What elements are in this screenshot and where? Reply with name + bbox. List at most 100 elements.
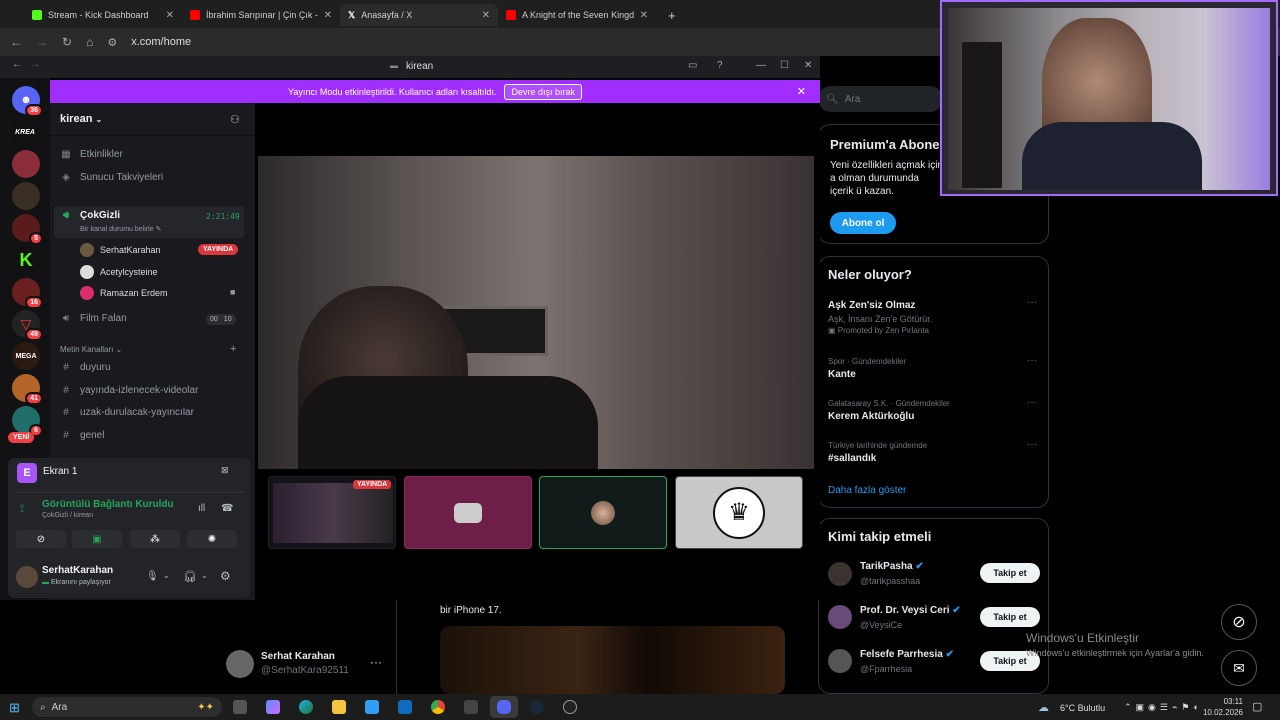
taskbar-search[interactable]: ⌕ Ara ✦✦ — [32, 697, 222, 717]
more-icon[interactable]: ··· — [1027, 297, 1037, 308]
edge-icon[interactable] — [299, 700, 313, 714]
tab-kick[interactable]: Stream - Kick Dashboard ✕ — [24, 4, 182, 26]
server-icon[interactable]: ▽ 49 — [12, 310, 43, 341]
trend-item[interactable]: Spor · Gündemdekiler Kante — [828, 357, 906, 380]
server-icon[interactable] — [12, 182, 40, 210]
forward-icon[interactable]: → — [30, 59, 40, 70]
trend-item[interactable]: Türkiye tarihinde gündemde #sallandık — [828, 441, 927, 464]
avatar[interactable] — [828, 605, 852, 629]
discord-icon[interactable] — [497, 700, 511, 714]
camera-off-button[interactable]: ⊘ — [16, 530, 66, 548]
back-icon[interactable]: ← — [12, 59, 22, 70]
windows-start-icon[interactable]: ⊞ — [9, 700, 20, 716]
account-avatar[interactable] — [226, 650, 254, 678]
connection-sub[interactable]: ÇokGizli / kirean — [42, 512, 93, 519]
server-icon[interactable]: 5 — [12, 214, 43, 245]
grok-icon[interactable]: ⊘ — [1221, 604, 1257, 640]
voice-channel-cokgizli[interactable]: 🔊︎ ÇokGizli — [60, 210, 120, 221]
settings-gear-icon[interactable]: ⚙ — [220, 569, 231, 583]
close-icon[interactable]: ✕ — [166, 10, 174, 21]
server-icon[interactable] — [12, 150, 40, 178]
add-channel-icon[interactable]: + — [230, 343, 236, 355]
close-icon[interactable]: ✕ — [324, 10, 332, 21]
screen-share-button[interactable]: ▣ — [72, 530, 122, 548]
tab-x[interactable]: 𝕏 Anasayfa / X ✕ — [340, 4, 498, 26]
disable-streamer-mode-button[interactable]: Devre dışı bırak — [504, 83, 582, 100]
post-media-image[interactable] — [440, 626, 785, 694]
avatar[interactable] — [828, 649, 852, 673]
follow-button[interactable]: Takip et — [980, 563, 1040, 583]
boosts-item[interactable]: ◈ Sunucu Takviyeleri — [60, 172, 163, 183]
text-channel[interactable]: # duyuru — [60, 362, 110, 373]
close-icon[interactable]: ✕ — [482, 10, 490, 21]
reload-icon[interactable]: ↻ — [62, 35, 72, 49]
task-view-icon[interactable] — [233, 700, 247, 714]
subscribe-button[interactable]: Abone ol — [830, 212, 896, 234]
file-explorer-icon[interactable] — [332, 700, 346, 714]
server-icon[interactable]: 16 — [12, 278, 43, 309]
server-icon[interactable]: 6 — [12, 406, 43, 437]
text-channel[interactable]: # genel — [60, 430, 104, 441]
obs-icon[interactable] — [563, 700, 577, 714]
copilot-icon[interactable] — [266, 700, 280, 714]
minimize-icon[interactable]: — — [756, 60, 766, 71]
maximize-icon[interactable]: ☐ — [780, 60, 789, 71]
megabonk-server-icon[interactable]: MEGA — [12, 342, 40, 370]
follow-button[interactable]: Takip et — [980, 607, 1040, 627]
text-category[interactable]: Metin Kanalları ⌄ — [60, 345, 122, 354]
chrome-icon[interactable] — [431, 700, 445, 714]
text-channel[interactable]: # yayında-izlenecek-videolar — [60, 385, 198, 396]
trend-item[interactable]: Aşk Zen'siz Olmaz Aşk, İnsanı Zen'e Götü… — [828, 300, 932, 335]
tab-youtube[interactable]: İbrahim Sarıpınar | Çin Çık - You ✕ — [182, 4, 340, 26]
voice-user[interactable]: Ramazan Erdem — [80, 286, 168, 300]
new-tab-button[interactable]: + — [660, 4, 680, 26]
follow-name[interactable]: TarikPasha ✔ — [860, 561, 924, 572]
soundboard-button[interactable]: ✺ — [187, 530, 237, 548]
chevron-down-icon[interactable]: ⌄ — [201, 571, 208, 580]
user-name[interactable]: SerhatKarahan — [42, 565, 113, 576]
disconnect-icon[interactable]: ☎ — [221, 503, 233, 514]
more-icon[interactable]: ··· — [1027, 355, 1037, 366]
server-name[interactable]: kirean ⌄ — [60, 113, 102, 125]
follow-name[interactable]: Felsefe Parrhesia ✔ — [860, 649, 954, 660]
more-icon[interactable]: ··· — [1027, 439, 1037, 450]
x-search-box[interactable]: 🔍︎ Ara — [818, 86, 943, 112]
account-menu-icon[interactable]: ··· — [370, 655, 382, 669]
noise-suppression-icon[interactable]: ıll — [198, 503, 205, 514]
inbox-icon[interactable]: ▭ — [688, 60, 697, 71]
tray-icons[interactable]: ⌃▣◉☰⌁⚑◐ — [1124, 702, 1203, 713]
direct-messages-icon[interactable]: ☻ 36 — [12, 86, 43, 117]
text-channel[interactable]: # uzak-durulacak-yayıncılar — [60, 407, 194, 418]
popout-icon[interactable]: ⊠ — [221, 465, 229, 476]
follow-name[interactable]: Prof. Dr. Veysi Ceri ✔ — [860, 605, 961, 616]
tab-youtube-2[interactable]: A Knight of the Seven Kingdom ✕ — [498, 4, 656, 26]
server-icon[interactable]: 41 — [12, 374, 43, 405]
trend-item[interactable]: Galatasaray S.K. · Gündemdekiler Kerem A… — [828, 399, 950, 422]
participant-tile-speaking[interactable] — [539, 476, 667, 549]
microphone-icon[interactable]: 🎙︎ — [146, 571, 159, 582]
site-info-icon[interactable]: ⚙ — [107, 36, 117, 49]
store-icon[interactable] — [365, 700, 379, 714]
participant-tile[interactable]: ♛ — [675, 476, 803, 549]
settings-icon[interactable] — [464, 700, 478, 714]
avatar[interactable] — [828, 562, 852, 586]
server-kirean-icon[interactable]: KREA — [10, 118, 40, 146]
events-item[interactable]: ▦ Etkinlikler — [60, 149, 123, 160]
chevron-down-icon[interactable]: ⌄ — [163, 571, 170, 580]
home-icon[interactable]: ⌂ — [86, 35, 93, 49]
steam-icon[interactable] — [530, 700, 544, 714]
mail-icon[interactable] — [398, 700, 412, 714]
close-window-icon[interactable]: ✕ — [804, 60, 812, 71]
more-icon[interactable]: ··· — [1027, 397, 1037, 408]
voice-user[interactable]: SerhatKarahan — [80, 243, 161, 257]
stream-tile[interactable]: YAYINDA — [268, 476, 396, 549]
back-icon[interactable]: ← — [10, 35, 22, 49]
show-more-link[interactable]: Daha fazla göster — [828, 485, 906, 496]
shared-video-feed[interactable] — [258, 156, 814, 469]
voice-user[interactable]: Acetylcysteine — [80, 265, 158, 279]
activities-button[interactable]: ⁂ — [130, 530, 180, 548]
clock-time[interactable]: 03:11 — [1203, 697, 1243, 706]
url-field[interactable]: x.com/home — [131, 36, 191, 48]
close-icon[interactable]: ✕ — [640, 10, 648, 21]
kick-server-icon[interactable]: K — [12, 246, 40, 274]
